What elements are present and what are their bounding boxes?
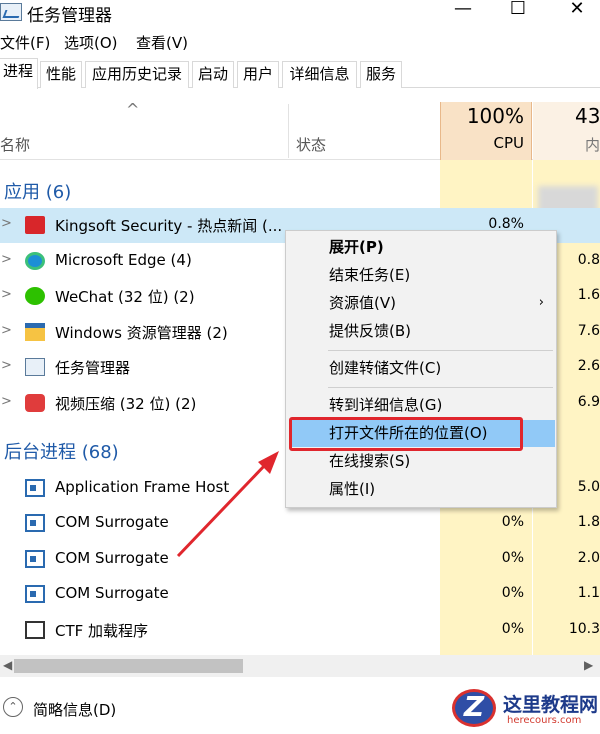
annotation-arrow-shaft <box>176 462 268 558</box>
watermark-url: herecours.com <box>507 715 582 726</box>
menu-item-create-dump[interactable]: 创建转储文件(C) <box>286 355 556 382</box>
menu-item-search-online[interactable]: 在线搜索(S) <box>286 448 556 475</box>
submenu-arrow-icon: › <box>538 295 544 310</box>
menu-item-goto-details[interactable]: 转到详细信息(G) <box>286 392 556 419</box>
scrollbar-thumb[interactable] <box>14 659 243 673</box>
less-details-link[interactable]: 简略信息(D) <box>33 699 116 720</box>
menu-item-expand[interactable]: 展开(P) <box>286 234 556 261</box>
menu-divider <box>328 350 553 351</box>
menu-item-end-task[interactable]: 结束任务(E) <box>286 262 556 289</box>
context-menu: 展开(P) 结束任务(E) 资源值(V) › 提供反馈(B) 创建转储文件(C)… <box>285 230 557 508</box>
highlight-box <box>289 417 523 451</box>
watermark-title: 这里教程网 <box>503 694 599 716</box>
chevron-up-icon[interactable]: ⌃ <box>3 697 23 717</box>
menu-item-label: 资源值(V) <box>329 294 396 312</box>
menu-item-properties[interactable]: 属性(I) <box>286 476 556 503</box>
scroll-right-icon[interactable]: ▶ <box>584 658 593 672</box>
menu-item-resource-values[interactable]: 资源值(V) › <box>286 290 556 317</box>
watermark-logo: Z <box>452 689 496 727</box>
menu-item-feedback[interactable]: 提供反馈(B) <box>286 318 556 345</box>
horizontal-scrollbar[interactable]: ◀ ▶ <box>0 655 600 677</box>
menu-divider <box>328 387 553 388</box>
scroll-left-icon[interactable]: ◀ <box>3 658 12 672</box>
